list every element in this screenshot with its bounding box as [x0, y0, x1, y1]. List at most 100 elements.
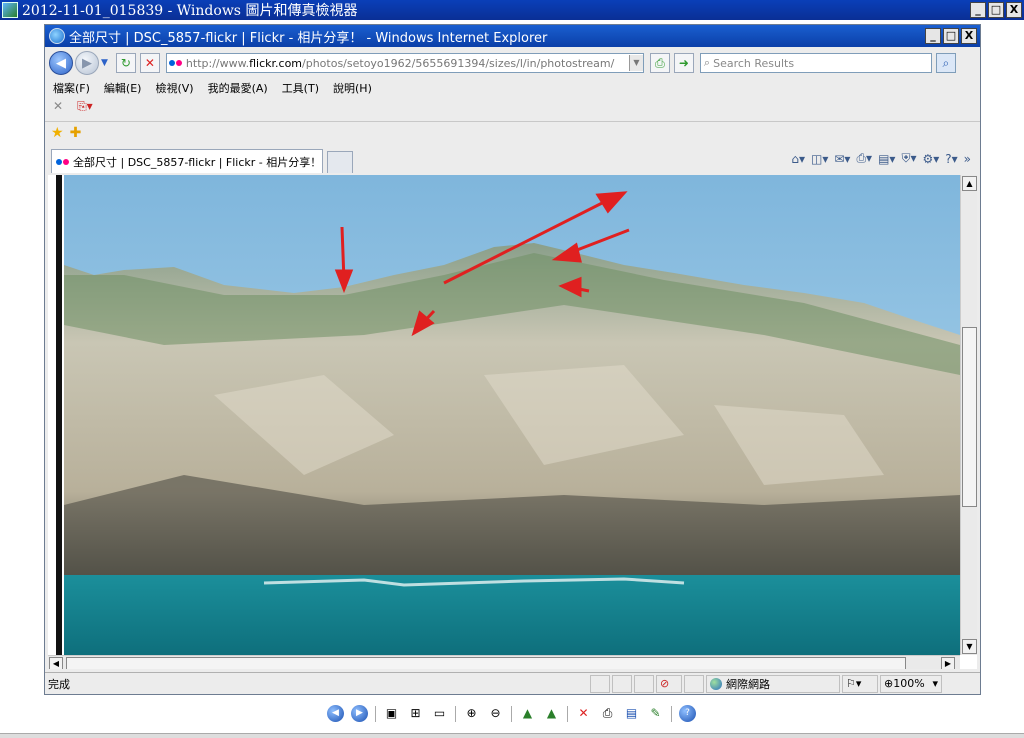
toolbar-divider [671, 705, 672, 722]
url-host: flickr.com [249, 56, 303, 70]
rotate-clockwise-icon[interactable]: ▲ [519, 705, 536, 722]
viewer-window-title: 2012-11-01_015839 - Windows 圖片和傳真檢視器 [22, 3, 358, 19]
tab-label: 全部尺寸 | DSC_5857-flickr | Flickr - 相片分享！ [73, 155, 322, 169]
status-cell-empty-2 [612, 674, 632, 693]
menu-help[interactable]: 說明(H) [333, 80, 372, 96]
go-arrow-icon[interactable]: ➜ [673, 53, 694, 73]
menu-tools[interactable]: 工具(T) [282, 80, 319, 96]
refresh-icon[interactable]: ↻ [115, 53, 136, 73]
zone-label: 網際網路 [726, 677, 770, 691]
page-left-border [48, 175, 62, 655]
address-dropdown-icon[interactable]: ▼ [628, 55, 643, 71]
menu-favorites[interactable]: 我的最愛(A) [208, 80, 268, 96]
ie-close-button[interactable]: X [961, 28, 977, 44]
coastal-cliff-photo [64, 175, 960, 655]
protected-mode-icon[interactable]: ⚐▾ [842, 674, 878, 693]
menu-bar: 檔案(F) 編輯(E) 檢視(V) 我的最愛(A) 工具(T) 說明(H) [53, 80, 372, 96]
viewer-close-button[interactable]: X [1006, 2, 1022, 18]
zoom-magnifier-icon: ⊕ [884, 677, 894, 690]
chevron-more-icon[interactable]: » [964, 152, 971, 166]
zoom-level: 100% [893, 677, 925, 690]
rotate-counterclockwise-icon[interactable]: ▲ [543, 705, 560, 722]
back-arrow-icon[interactable]: ◀ [49, 51, 73, 75]
scroll-up-arrow-icon[interactable]: ▲ [962, 176, 977, 191]
best-fit-icon[interactable]: ▣ [383, 705, 400, 722]
horizontal-scroll-thumb[interactable] [66, 657, 906, 669]
favorites-bar: ★ ✚ [51, 125, 81, 141]
sea-region [64, 575, 960, 655]
scroll-right-arrow-icon[interactable]: ▶ [941, 657, 955, 669]
toolbar-divider [375, 705, 376, 722]
zoom-out-icon[interactable]: ⊖ [487, 705, 504, 722]
menu-file[interactable]: 檔案(F) [53, 80, 90, 96]
menu-edit[interactable]: 編輯(E) [104, 80, 142, 96]
page-icon[interactable]: ▤▾ [878, 152, 895, 166]
ie-window-title: 全部尺寸 | DSC_5857-flickr | Flickr - 相片分享！ … [69, 30, 548, 46]
extra-toolbar: ✕ ⎘▾ [53, 99, 93, 114]
ie-minimize-button[interactable]: _ [925, 28, 941, 44]
search-go-icon[interactable]: ⌕ [935, 53, 956, 73]
security-zone: 網際網路 [706, 674, 840, 693]
toolbar-divider [567, 705, 568, 722]
forward-arrow-icon[interactable]: ▶ [75, 51, 99, 75]
scroll-left-arrow-icon[interactable]: ◀ [49, 657, 63, 669]
pdf-convert-icon[interactable]: ⎘▾ [77, 99, 93, 114]
status-bar: 完成 ⊘ 網際網路 ⚐▾ ⊕ 100% ▾ [45, 672, 980, 694]
scroll-down-arrow-icon[interactable]: ▼ [962, 639, 977, 654]
tab-current[interactable]: 全部尺寸 | DSC_5857-flickr | Flickr - 相片分享！ [51, 149, 323, 173]
ie-title-bar: 全部尺寸 | DSC_5857-flickr | Flickr - 相片分享！ … [45, 25, 980, 47]
compat-view-icon[interactable]: ⎙ [649, 53, 670, 73]
search-input[interactable]: ⌕ Search Results [699, 53, 932, 73]
viewer-maximize-button[interactable]: □ [988, 2, 1004, 18]
status-cell-empty-3 [634, 674, 654, 693]
print-image-icon[interactable]: ⎙ [599, 705, 616, 722]
help-icon[interactable]: ?▾ [945, 152, 957, 166]
previous-image-icon[interactable]: ◀ [327, 705, 344, 722]
save-icon[interactable]: ▤ [623, 705, 640, 722]
tab-row: 全部尺寸 | DSC_5857-flickr | Flickr - 相片分享！ … [49, 149, 977, 173]
mail-icon[interactable]: ✉▾ [834, 152, 850, 166]
feeds-icon[interactable]: ◫▾ [811, 152, 828, 166]
viewer-title-bar: 2012-11-01_015839 - Windows 圖片和傳真檢視器 _ □… [0, 0, 1024, 20]
zoom-in-icon[interactable]: ⊕ [463, 705, 480, 722]
vertical-scroll-thumb[interactable] [962, 327, 977, 507]
safety-icon[interactable]: ⛨▾ [901, 151, 916, 166]
add-favorite-icon[interactable]: ✚ [70, 125, 82, 141]
address-row: ◀ ▶ ▼ ↻ ✕ http://www. flickr.com/photos/s… [49, 50, 977, 76]
address-field[interactable]: http://www. flickr.com/photos/setoyo1962/… [165, 53, 644, 73]
favorites-star-icon[interactable]: ★ [51, 125, 64, 141]
next-image-icon[interactable]: ▶ [351, 705, 368, 722]
print-icon[interactable]: ⎙▾ [856, 151, 872, 166]
actual-size-icon[interactable]: ⊞ [407, 705, 424, 722]
history-dropdown-icon[interactable]: ▼ [101, 58, 108, 68]
close-toolbar-icon[interactable]: ✕ [53, 99, 63, 114]
popup-blocked-icon[interactable]: ⊘ [656, 674, 682, 693]
viewer-minimize-button[interactable]: _ [970, 2, 986, 18]
page-content: ▲ ▼ ◀ ▶ [48, 175, 977, 669]
edit-image-icon[interactable]: ✎ [647, 705, 664, 722]
slideshow-icon[interactable]: ▭ [431, 705, 448, 722]
horizontal-scrollbar[interactable]: ◀ ▶ [48, 655, 960, 669]
new-tab-button[interactable] [327, 151, 353, 173]
flickr-favicon-icon [168, 60, 182, 66]
flickr-tab-icon [56, 158, 69, 165]
search-placeholder: Search Results [713, 56, 795, 70]
delete-icon[interactable]: ✕ [575, 705, 592, 722]
home-icon[interactable]: ⌂▾ [791, 152, 805, 166]
vertical-scrollbar[interactable]: ▲ ▼ [960, 175, 977, 655]
ie-window-screenshot: 全部尺寸 | DSC_5857-flickr | Flickr - 相片分享！ … [44, 24, 981, 695]
tools-gear-icon[interactable]: ⚙▾ [922, 152, 939, 166]
zoom-control[interactable]: ⊕ 100% ▾ [880, 674, 942, 693]
ie-maximize-button[interactable]: □ [943, 28, 959, 44]
stop-icon[interactable]: ✕ [139, 53, 160, 73]
status-cell-empty-4 [684, 674, 704, 693]
zoom-dropdown-icon: ▾ [932, 677, 938, 690]
status-text: 完成 [48, 677, 70, 691]
status-cell-empty-1 [590, 674, 610, 693]
search-icon: ⌕ [703, 56, 711, 69]
command-bar: ⌂▾ ◫▾ ✉▾ ⎙▾ ▤▾ ⛨▾ ⚙▾ ?▾ » [791, 151, 971, 166]
menu-view[interactable]: 檢視(V) [155, 80, 193, 96]
picture-viewer-app-icon [2, 2, 18, 18]
help-question-icon[interactable]: ? [679, 705, 696, 722]
viewer-toolbar: ◀ ▶ ▣ ⊞ ▭ ⊕ ⊖ ▲ ▲ ✕ ⎙ ▤ ✎ ? [327, 705, 696, 722]
